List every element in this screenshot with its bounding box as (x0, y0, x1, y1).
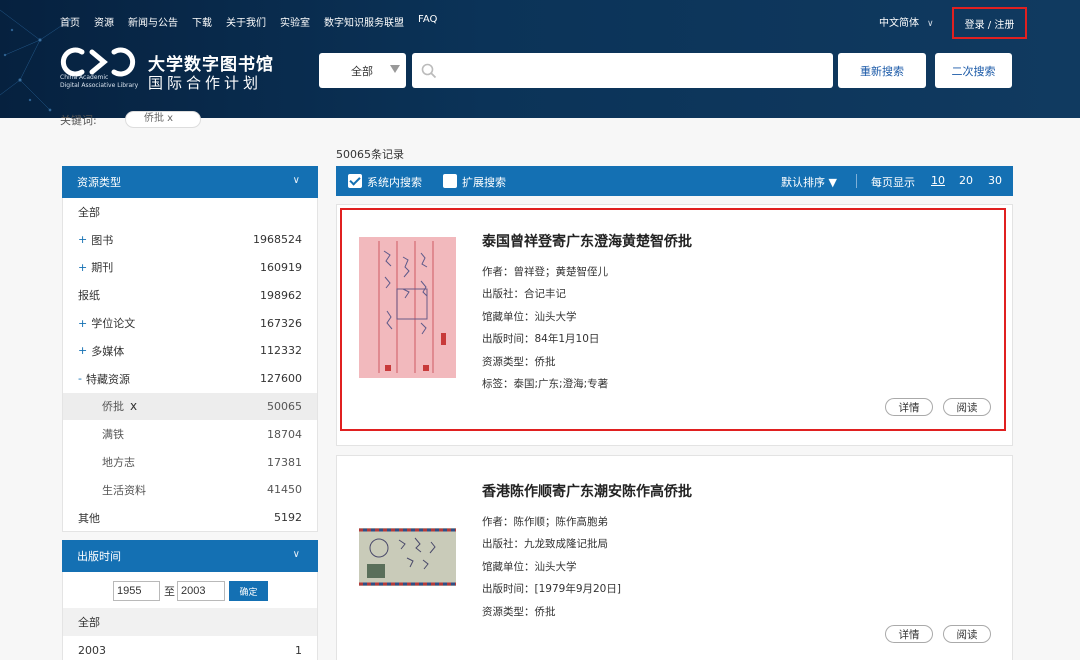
result-holder: 馆藏单位：汕头大学 (482, 561, 577, 573)
result-type: 资源类型：侨批 (482, 606, 556, 618)
minus-icon[interactable]: - (78, 372, 82, 385)
plus-icon[interactable]: + (78, 317, 87, 330)
facet-theses[interactable]: + 学位论文 167326 (63, 309, 317, 337)
result-title[interactable]: 泰国曾祥登寄广东澄海黄楚智侨批 (482, 231, 692, 251)
facet-mantie[interactable]: 满铁 18704 (63, 420, 317, 448)
nav-faq[interactable]: FAQ (418, 14, 437, 29)
result-type: 资源类型：侨批 (482, 356, 556, 368)
nav-resources[interactable]: 资源 (94, 14, 114, 29)
pub-time-header[interactable]: 出版时间 ∨ (62, 540, 318, 572)
year-from-input[interactable] (113, 581, 160, 601)
read-button[interactable]: 阅读 (943, 398, 991, 416)
nav-alliance[interactable]: 数字知识服务联盟 (324, 14, 404, 29)
facet-multimedia[interactable]: + 多媒体 112332 (63, 337, 317, 365)
logo-subtitle: 国际合作计划 (148, 74, 263, 92)
resource-type-title: 资源类型 (77, 176, 121, 189)
detail-button[interactable]: 详情 (885, 398, 933, 416)
result-publisher: 出版社：九龙致成隆记批局 (482, 538, 608, 550)
result-title[interactable]: 香港陈作顺寄广东潮安陈作高侨批 (482, 481, 692, 501)
result-tags: 标签：泰国;广东;澄海;专著 (482, 378, 609, 390)
year-to-label: 至 (164, 585, 175, 598)
resource-type-list: 全部 + 图书 1968524 + 期刊 160919 报纸 198962 + … (62, 198, 318, 532)
in-system-label[interactable]: 系统内搜索 (367, 174, 422, 190)
facet-life-materials[interactable]: 生活资料 41450 (63, 476, 317, 504)
chevron-down-icon: ∨ (292, 549, 300, 560)
chevron-down-icon: ∨ (292, 175, 300, 186)
extend-checkbox[interactable] (443, 174, 457, 188)
resource-type-header[interactable]: 资源类型 ∨ (62, 166, 318, 198)
pub-time-list: 全部 2003 1 (62, 608, 318, 660)
chevron-down-icon: ∨ (927, 19, 934, 29)
language-label: 中文简体 (879, 18, 919, 29)
result-card: 香港陈作顺寄广东潮安陈作高侨批 作者：陈作顺；陈作高胞弟 出版社：九龙致成隆记批… (336, 455, 1013, 660)
search-scope-value: 全部 (351, 64, 373, 78)
caret-down-icon (390, 65, 400, 73)
remove-filter-icon[interactable]: x (130, 399, 137, 413)
nav-news[interactable]: 新闻与公告 (128, 14, 178, 29)
year-to-input[interactable] (177, 581, 225, 601)
plus-icon[interactable]: + (78, 233, 87, 246)
envelope-thumbnail[interactable] (359, 528, 456, 586)
nav-download[interactable]: 下载 (192, 14, 212, 29)
per-page-10[interactable]: 10 (931, 174, 945, 187)
search-scope-select[interactable]: 全部 (319, 53, 406, 88)
facet-newspapers[interactable]: 报纸 198962 (63, 281, 317, 309)
site-header: 首页 资源 新闻与公告 下载 关于我们 实验室 数字知识服务联盟 FAQ 中文简… (0, 0, 1080, 118)
nav-home[interactable]: 首页 (60, 14, 80, 29)
read-button[interactable]: 阅读 (943, 625, 991, 643)
facet-all[interactable]: 全部 (63, 198, 317, 226)
per-page-label: 每页显示 (871, 176, 915, 189)
facet-local-chronicles[interactable]: 地方志 17381 (63, 448, 317, 476)
search-input[interactable] (412, 53, 833, 88)
detail-button[interactable]: 详情 (885, 625, 933, 643)
year-2003[interactable]: 2003 1 (63, 636, 317, 660)
language-selector[interactable]: 中文简体 ∨ (879, 14, 934, 29)
year-all[interactable]: 全部 (63, 608, 317, 636)
result-card: 泰国曾祥登寄广东澄海黄楚智侨批 作者：曾祥登；黄楚智侄儿 出版社：合记丰记 馆藏… (336, 204, 1013, 446)
research-button[interactable]: 重新搜索 (838, 53, 926, 88)
result-count: 50065条记录 (336, 148, 404, 161)
login-register-button[interactable]: 登录 / 注册 (952, 7, 1027, 39)
pub-time-title: 出版时间 (77, 550, 121, 563)
result-date: 出版时间：84年1月10日 (482, 333, 600, 345)
nav-about[interactable]: 关于我们 (226, 14, 266, 29)
facet-journals[interactable]: + 期刊 160919 (63, 254, 317, 282)
facet-special-collections[interactable]: - 特藏资源 127600 (63, 365, 317, 393)
result-holder: 馆藏单位：汕头大学 (482, 311, 577, 323)
result-date: 出版时间：[1979年9月20日] (482, 583, 621, 595)
search-icon (421, 63, 437, 79)
logo-english-text: China Academic Digital Associative Libra… (60, 74, 139, 89)
keyword-chip[interactable]: 侨批 x (125, 111, 201, 128)
per-page-20[interactable]: 20 (959, 174, 973, 187)
facet-books[interactable]: + 图书 1968524 (63, 226, 317, 254)
nav-lab[interactable]: 实验室 (280, 14, 310, 29)
result-author: 作者：陈作顺；陈作高胞弟 (482, 516, 608, 528)
plus-icon[interactable]: + (78, 344, 87, 357)
sort-dropdown[interactable]: 默认排序 ▼ (781, 174, 837, 190)
qiaopi-letter-thumbnail[interactable] (359, 237, 456, 378)
extend-label[interactable]: 扩展搜索 (462, 174, 506, 190)
year-confirm-button[interactable]: 确定 (229, 581, 268, 601)
result-author: 作者：曾祥登；黄楚智侄儿 (482, 266, 608, 278)
result-publisher: 出版社：合记丰记 (482, 288, 566, 300)
toolbar-divider (856, 174, 857, 188)
plus-icon[interactable]: + (78, 261, 87, 274)
facet-other[interactable]: 其他 5192 (63, 504, 317, 532)
facet-qiaopi[interactable]: 侨批 x 50065 (63, 392, 317, 421)
results-toolbar: 系统内搜索 扩展搜索 默认排序 ▼ 每页显示 10 20 30 (336, 166, 1013, 196)
second-search-button[interactable]: 二次搜索 (935, 53, 1012, 88)
year-range: 至 确定 (62, 572, 318, 608)
per-page-30[interactable]: 30 (988, 174, 1002, 187)
top-navigation: 首页 资源 新闻与公告 下载 关于我们 实验室 数字知识服务联盟 FAQ (60, 14, 451, 29)
keyword-label: 关键词: (60, 114, 97, 127)
in-system-checkbox[interactable] (348, 174, 362, 188)
